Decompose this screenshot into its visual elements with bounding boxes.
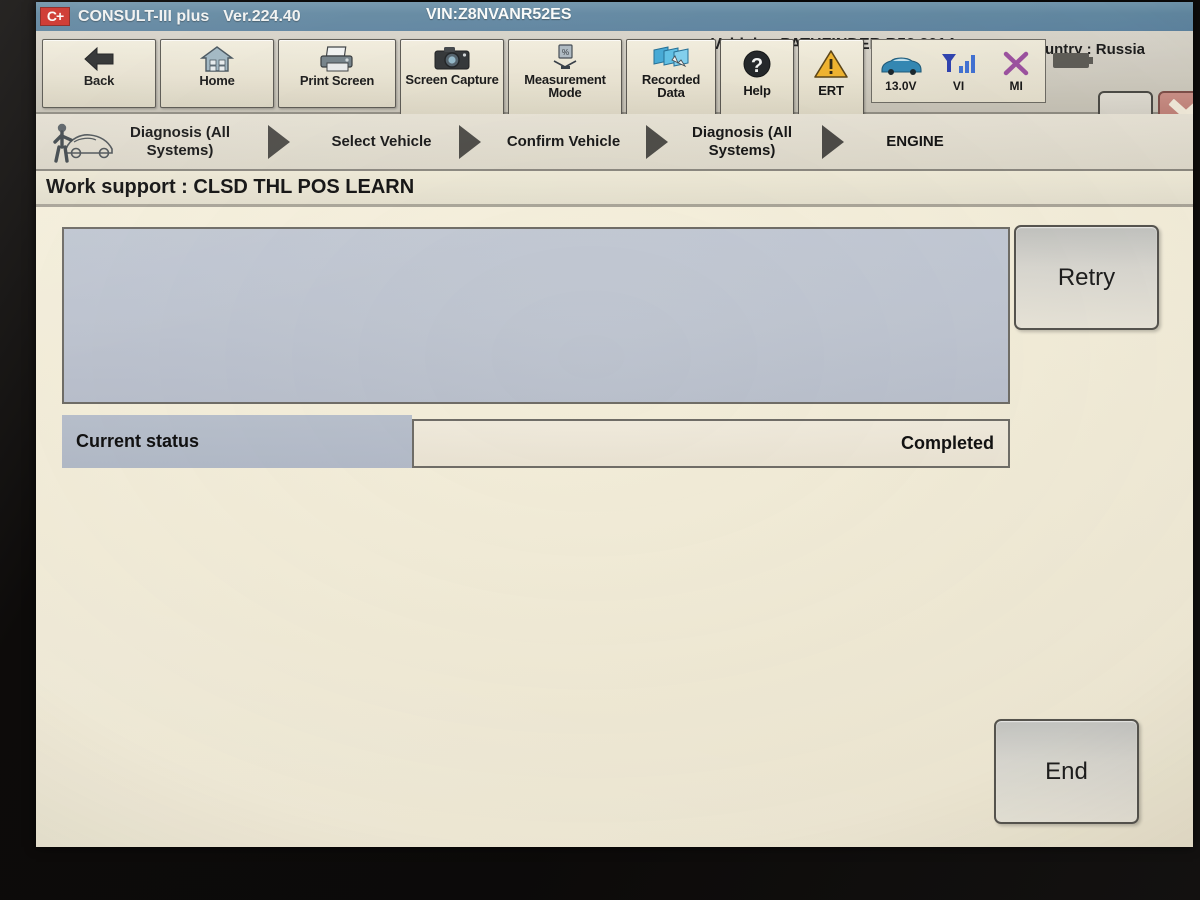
help-button[interactable]: ? Help <box>720 39 794 116</box>
breadcrumb-step-0[interactable]: Diagnosis (All Systems) <box>116 124 244 160</box>
svg-text:?: ? <box>751 55 763 77</box>
print-screen-button[interactable]: Print Screen <box>278 39 396 108</box>
ert-button[interactable]: ERT <box>798 39 864 116</box>
breadcrumb-arrow-icon-1 <box>459 124 481 159</box>
home-button[interactable]: Home <box>160 39 274 108</box>
help-question-icon: ? <box>741 44 773 84</box>
technician-car-icon <box>42 119 116 165</box>
home-icon <box>200 44 234 74</box>
warning-triangle-icon <box>813 44 849 84</box>
breadcrumb-step-3[interactable]: Diagnosis (All Systems) <box>678 124 806 160</box>
voltage-indicator: 13.0V <box>872 40 930 102</box>
retry-button[interactable]: Retry <box>1014 225 1159 330</box>
breadcrumb-arrow-icon-0 <box>268 124 290 159</box>
recorded-data-button[interactable]: Recorded Data <box>626 39 716 116</box>
page-title: Work support : CLSD THL POS LEARN <box>46 176 415 198</box>
app-version: Ver.224.40 <box>223 7 301 25</box>
breadcrumb-arrow-icon-2 <box>646 124 668 159</box>
recorded-data-icon <box>650 43 692 73</box>
cross-x-icon <box>1001 49 1031 77</box>
app-logo-icon: C+ <box>40 7 70 26</box>
breadcrumb-step-1[interactable]: Select Vehicle <box>314 133 449 151</box>
breadcrumb-arrow-icon-3 <box>822 124 844 159</box>
vin-label: VIN:Z8NVANR52ES <box>426 6 572 23</box>
message-panel <box>62 227 1010 404</box>
screen-capture-button[interactable]: Screen Capture <box>400 39 504 116</box>
end-button[interactable]: End <box>994 719 1139 824</box>
current-status-label: Current status <box>62 415 412 468</box>
work-support-header: Work support : CLSD THL POS LEARN <box>36 171 1193 207</box>
device-screen: C+ CONSULT-III plus Ver.224.40 VIN:Z8NVA… <box>36 2 1193 847</box>
vi-indicator: VI <box>930 40 988 102</box>
current-status-value: Completed <box>412 419 1010 468</box>
back-button[interactable]: Back <box>42 39 156 108</box>
home-button-label: Home <box>199 73 235 88</box>
mi-indicator: MI <box>987 40 1045 102</box>
title-bar: C+ CONSULT-III plus Ver.224.40 VIN:Z8NVA… <box>36 2 1193 31</box>
car-voltage-icon <box>877 49 925 77</box>
screen-capture-button-label: Screen Capture <box>405 72 499 87</box>
ert-button-label: ERT <box>818 83 844 98</box>
measurement-icon: % <box>548 43 582 73</box>
printer-icon <box>317 44 357 74</box>
vi-label: VI <box>952 79 965 93</box>
current-status-row: Current status Completed <box>62 415 1010 468</box>
voltage-label: 13.0V <box>885 79 917 93</box>
camera-icon <box>432 43 472 73</box>
breadcrumb: Diagnosis (All Systems) Select Vehicle C… <box>36 114 1193 171</box>
help-button-label: Help <box>743 83 771 98</box>
battery-icon <box>1053 53 1095 71</box>
measurement-mode-button-label: Measurement Mode <box>524 72 606 100</box>
toolbar: Vehicle : PATHFINDER R52 2014 Country : … <box>36 31 1193 136</box>
status-indicator-group: 13.0V VI MI <box>871 39 1046 103</box>
main-content: Retry Current status Completed End <box>36 207 1193 847</box>
photo-frame: C+ CONSULT-III plus Ver.224.40 VIN:Z8NVA… <box>0 0 1200 900</box>
breadcrumb-step-4[interactable]: ENGINE <box>860 133 970 151</box>
back-arrow-icon <box>82 44 116 74</box>
signal-bars-icon <box>940 49 978 77</box>
back-button-label: Back <box>83 73 115 88</box>
svg-text:%: % <box>562 48 569 57</box>
app-title: CONSULT-III plus <box>78 7 210 25</box>
recorded-data-button-label: Recorded Data <box>641 72 701 100</box>
measurement-mode-button[interactable]: % Measurement Mode <box>508 39 622 116</box>
mi-label: MI <box>1009 79 1023 93</box>
breadcrumb-step-2[interactable]: Confirm Vehicle <box>491 133 636 151</box>
print-screen-button-label: Print Screen <box>299 73 375 88</box>
